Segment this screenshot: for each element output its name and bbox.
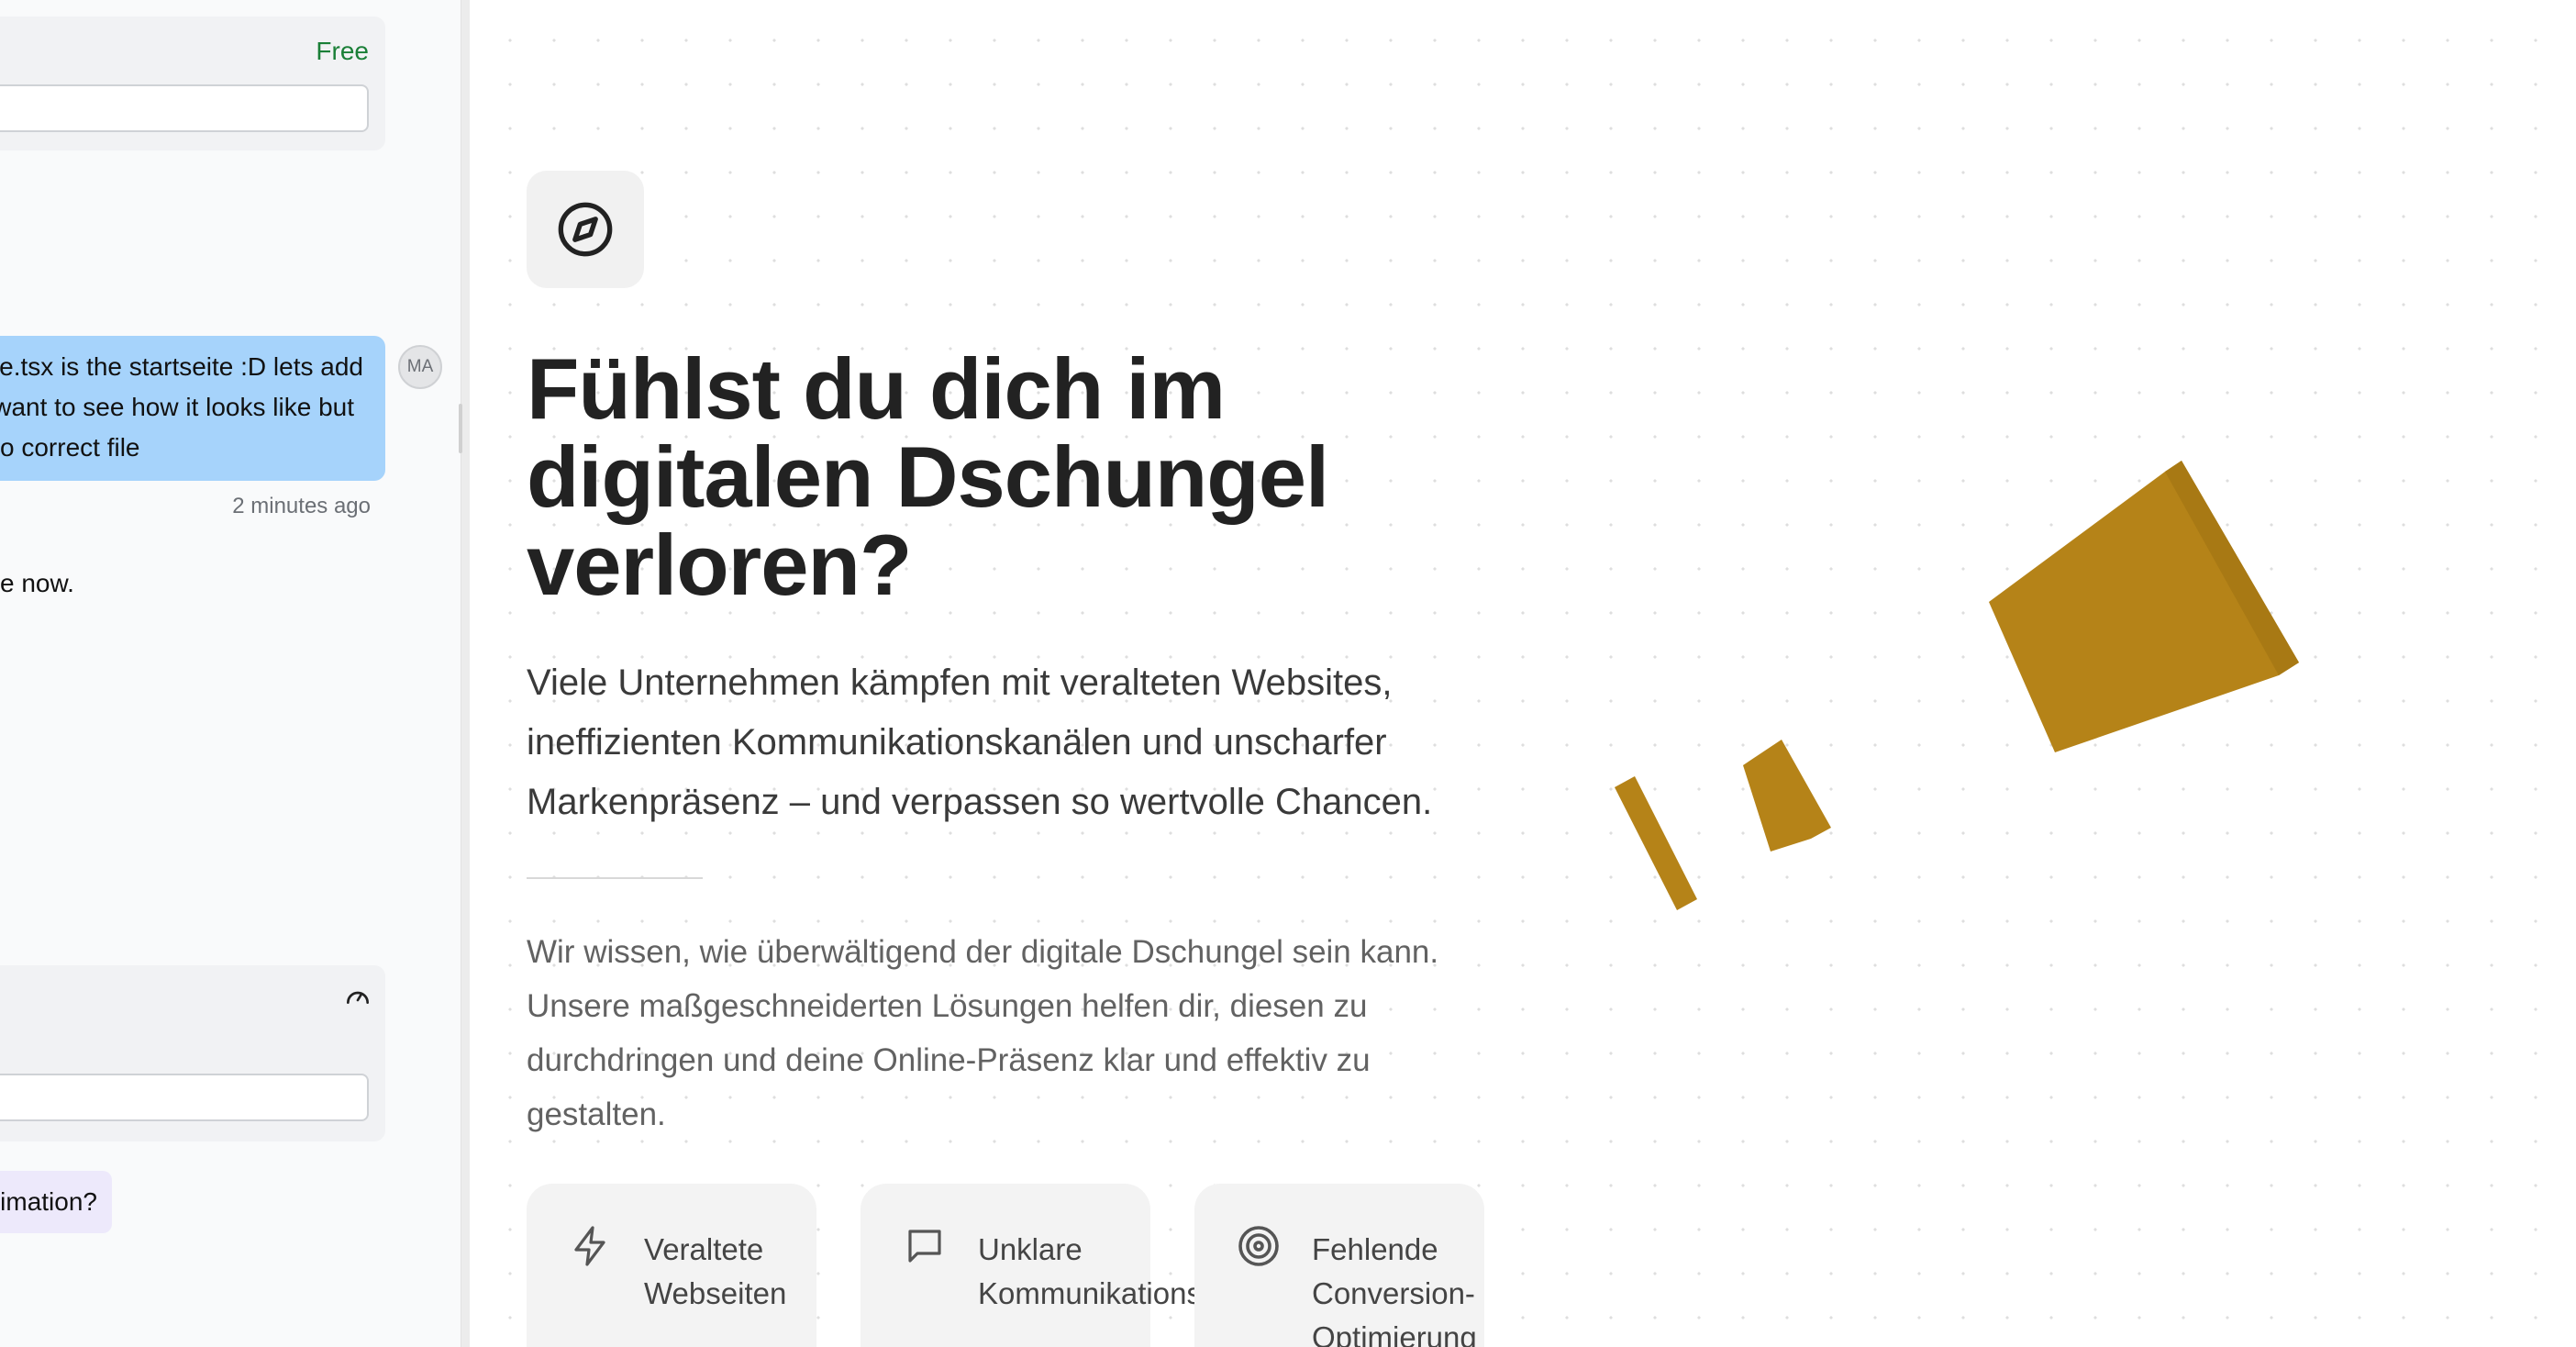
target-icon (1238, 1226, 1279, 1266)
feature-card-missing-conversion[interactable]: Fehlende Conversion- Optimierung (1194, 1184, 1484, 1347)
suggestion-chip[interactable]: imation? (0, 1171, 112, 1233)
chat-bubble-icon (908, 1230, 941, 1263)
user-message-line: e.tsx is the startseite :D lets add (0, 352, 363, 381)
divider (527, 877, 703, 879)
feature-card-outdated-websites[interactable]: Veraltete Webseiten (527, 1184, 816, 1347)
assistant-message: e now. (0, 569, 74, 597)
website-preview: Fühlst du dich im digitalen Dschungel ve… (470, 0, 2576, 1347)
hero-title: Fühlst du dich im digitalen Dschungel ve… (527, 340, 1329, 613)
user-message-bubble: e.tsx is the startseite :D lets add want… (0, 336, 385, 481)
resize-grip[interactable] (459, 404, 462, 453)
plan-badge: Free (316, 37, 369, 65)
gold-small-block (1743, 740, 1831, 852)
chat-panel: Free e.tsx is the startseite :D lets add… (0, 0, 461, 1347)
plan-card: Free (0, 17, 385, 150)
usage-card (0, 965, 385, 1141)
gold-shapes-illustration (1615, 461, 2299, 910)
user-message-line: o correct file (0, 433, 140, 462)
feature-label: Fehlende Conversion- Optimierung (1312, 1232, 1477, 1347)
user-message-line: want to see how it looks like but (0, 393, 354, 421)
avatar[interactable]: MA (398, 345, 442, 389)
feature-label: Veraltete Webseiten (644, 1232, 787, 1310)
hero-lead: Viele Unternehmen kämpfen mit veralteten… (527, 662, 1433, 822)
feature-card-unclear-channels[interactable]: Unklare Kommunikationskanäle (861, 1184, 1291, 1347)
gold-thin-bar (1615, 776, 1697, 910)
lightning-icon (574, 1226, 605, 1266)
usage-input[interactable] (0, 1074, 369, 1121)
message-timestamp: 2 minutes ago (232, 494, 371, 518)
plan-input[interactable] (0, 84, 369, 132)
compass-icon (558, 202, 613, 257)
compass-tile (527, 171, 644, 288)
hero-body: Wir wissen, wie überwältigend der digita… (527, 934, 1439, 1132)
gauge-icon (347, 991, 369, 1004)
